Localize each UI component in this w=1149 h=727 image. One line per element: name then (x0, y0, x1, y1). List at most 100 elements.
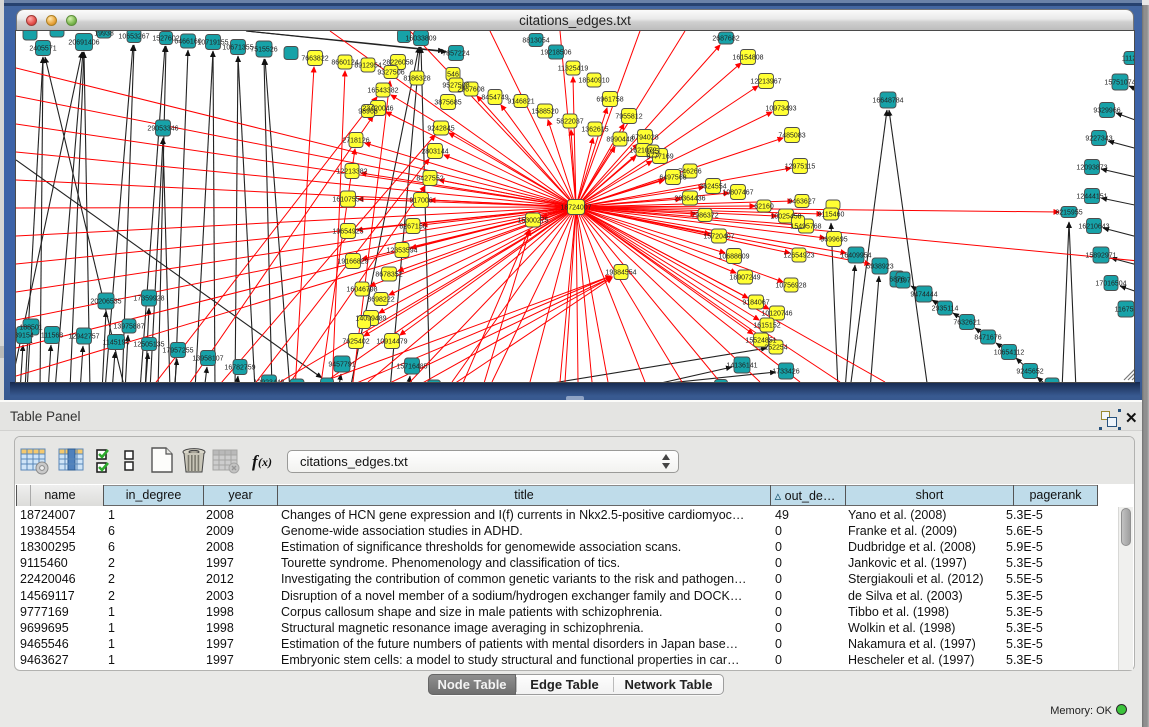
svg-text:16648784: 16648784 (872, 98, 903, 105)
svg-text:10671355: 10671355 (222, 45, 253, 52)
svg-text:252254: 252254 (764, 345, 787, 352)
svg-text:9699695: 9699695 (820, 237, 847, 244)
svg-text:8912954: 8912954 (354, 63, 381, 70)
svg-text:9463627: 9463627 (788, 199, 815, 206)
svg-text:9146821: 9146821 (507, 99, 534, 106)
svg-text:19938: 19938 (94, 31, 114, 38)
svg-text:5938923: 5938923 (866, 264, 893, 271)
svg-text:6961758: 6961758 (596, 97, 623, 104)
svg-text:15495768: 15495768 (790, 224, 821, 231)
svg-text:12505135: 12505135 (133, 342, 164, 349)
svg-text:10120746: 10120746 (761, 311, 792, 318)
svg-text:12942757: 12942757 (68, 334, 99, 341)
svg-text:945: 945 (647, 149, 659, 156)
svg-text:10025458: 10025458 (770, 214, 801, 221)
svg-text:1145194: 1145194 (103, 340, 130, 347)
svg-text:7857224: 7857224 (442, 51, 469, 58)
svg-text:5822037: 5822037 (556, 119, 583, 126)
svg-text:11123: 11123 (1122, 56, 1134, 63)
svg-text:18640910: 18640910 (578, 78, 609, 85)
svg-text:546: 546 (447, 72, 459, 79)
svg-text:15300275: 15300275 (517, 218, 548, 225)
svg-text:10914479: 10914479 (376, 339, 407, 346)
svg-text:9227343: 9227343 (1085, 136, 1112, 143)
svg-text:2803144: 2803144 (421, 149, 448, 156)
svg-text:9242845: 9242845 (427, 126, 454, 133)
svg-text:62160: 62160 (754, 204, 774, 211)
svg-text:28226058: 28226058 (382, 60, 413, 67)
svg-text:1362615: 1362615 (581, 127, 608, 134)
svg-text:1733426: 1733426 (772, 369, 799, 376)
svg-text:13958107: 13958107 (192, 356, 223, 363)
svg-text:15716485: 15716485 (396, 364, 427, 371)
svg-text:11325419: 11325419 (558, 66, 589, 73)
svg-text:20206535: 20206535 (90, 299, 121, 306)
svg-text:6794028: 6794028 (631, 135, 658, 142)
svg-text:9327506: 9327506 (377, 70, 404, 77)
svg-text:6497568: 6497568 (659, 175, 686, 182)
svg-text:15751074: 15751074 (1104, 80, 1134, 87)
svg-text:15524851: 15524851 (745, 338, 776, 345)
svg-text:12975115: 12975115 (785, 164, 816, 171)
svg-text:3875685: 3875685 (434, 100, 461, 107)
svg-text:2405571: 2405571 (29, 46, 56, 53)
svg-text:9457791: 9457791 (328, 362, 355, 369)
svg-text:7986372: 7986372 (691, 213, 718, 220)
svg-text:10973493: 10973493 (765, 106, 796, 113)
svg-text:19218506: 19218506 (540, 50, 571, 57)
svg-text:16210643: 16210643 (1078, 224, 1109, 231)
svg-text:39154: 39154 (16, 333, 34, 340)
svg-text:10756928: 10756928 (775, 283, 806, 290)
svg-text:8267150: 8267150 (399, 224, 426, 231)
svg-text:7663822: 7663822 (301, 56, 328, 63)
svg-text:2935114: 2935114 (932, 306, 959, 313)
svg-text:16782759: 16782759 (224, 365, 255, 372)
svg-text:10654112: 10654112 (994, 350, 1025, 357)
svg-text:9245652: 9245652 (1016, 369, 1043, 376)
svg-text:19654925: 19654925 (332, 229, 363, 236)
svg-text:19384554: 19384554 (605, 270, 636, 277)
svg-text:188501: 188501 (19, 325, 42, 332)
svg-text:14136141: 14136141 (726, 363, 757, 370)
svg-text:12213382: 12213382 (336, 169, 367, 176)
svg-text:19166829: 19166829 (337, 259, 368, 266)
svg-text:12654923: 12654923 (783, 253, 814, 260)
svg-text:9115460: 9115460 (818, 212, 845, 219)
svg-text:20691406: 20691406 (68, 40, 99, 47)
svg-text:12353594: 12353594 (386, 248, 417, 255)
svg-text:8215955: 8215955 (1055, 210, 1082, 217)
svg-text:(x): (x) (258, 455, 272, 469)
svg-text:7485083: 7485083 (778, 133, 805, 140)
svg-text:16107554: 16107554 (332, 197, 363, 204)
svg-text:15892971: 15892971 (1085, 253, 1116, 260)
svg-text:9329966: 9329966 (1093, 108, 1120, 115)
svg-text:20364436: 20364436 (674, 196, 705, 203)
svg-text:16046798: 16046798 (346, 287, 377, 294)
svg-text:18907249: 18907249 (729, 275, 760, 282)
svg-text:1615152: 1615152 (753, 323, 780, 330)
svg-text:13975887: 13975887 (113, 324, 144, 331)
svg-text:14099489: 14099489 (355, 316, 386, 323)
svg-text:8678352: 8678352 (375, 272, 402, 279)
svg-text:2967608: 2967608 (457, 87, 484, 94)
svg-text:8698222: 8698222 (367, 297, 394, 304)
svg-text:8990448: 8990448 (606, 137, 633, 144)
svg-text:12444151: 12444151 (1076, 194, 1107, 201)
svg-text:17359928: 17359928 (133, 296, 164, 303)
svg-text:16154808: 16154808 (732, 55, 763, 62)
svg-text:16543382: 16543382 (367, 88, 398, 95)
svg-text:116753: 116753 (1115, 307, 1134, 314)
svg-text:8427552: 8427552 (416, 176, 443, 183)
svg-text:9184067: 9184067 (742, 300, 769, 307)
svg-text:12923448: 12923448 (253, 380, 284, 383)
svg-text:12093873: 12093873 (1076, 165, 1107, 172)
svg-text:10807467: 10807467 (722, 190, 753, 197)
svg-text:2687682: 2687682 (712, 36, 739, 43)
svg-text:2718126: 2718126 (342, 138, 369, 145)
svg-text:10688609: 10688609 (718, 254, 749, 261)
svg-text:8813054: 8813054 (522, 38, 549, 45)
svg-text:7625402: 7625402 (342, 339, 369, 346)
svg-text:29053346: 29053346 (147, 126, 178, 133)
svg-text:9474444: 9474444 (910, 292, 937, 299)
svg-text:10653267: 10653267 (118, 34, 149, 41)
